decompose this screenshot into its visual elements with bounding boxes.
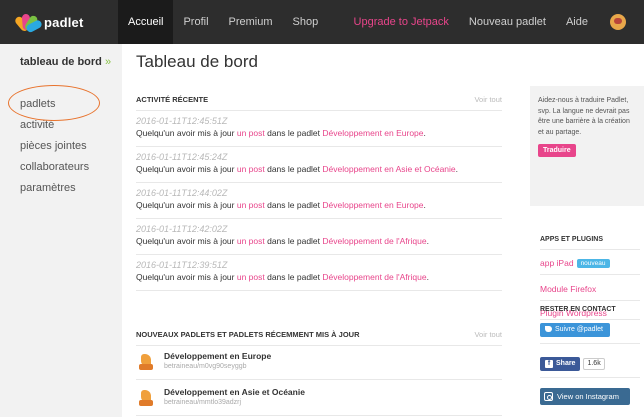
instagram-button[interactable]: View on Instagram (540, 388, 630, 405)
activity-item: 2016-01-11T12:42:02Z Quelqu'un avoir mis… (136, 220, 502, 255)
sidebar-title-text: tableau de bord (20, 56, 102, 68)
page-title: Tableau de bord (136, 52, 258, 71)
double-chevron-icon: » (104, 56, 112, 68)
activity-timestamp: 2016-01-11T12:44:02Z (136, 188, 228, 198)
post-link[interactable]: un post (237, 164, 265, 174)
contact-heading: RESTER EN CONTACT (540, 306, 616, 313)
padlet-logo[interactable]: padlet (0, 0, 122, 44)
activity-message: Quelqu'un avoir mis à jour un post dans … (136, 128, 426, 138)
padlet-link[interactable]: Développement de l'Afrique (322, 272, 426, 282)
divider (540, 377, 640, 378)
activity-item: 2016-01-11T12:39:51Z Quelqu'un avoir mis… (136, 256, 502, 291)
sidebar-item-settings[interactable]: paramètres (20, 178, 89, 199)
highlight-circle-annotation (8, 85, 100, 121)
padlet-name[interactable]: Développement en Asie et Océanie (164, 387, 305, 397)
padlet-logo-icon (13, 11, 44, 34)
nav-premium[interactable]: Premium (219, 0, 283, 44)
activity-see-all-link[interactable]: Voir tout (474, 95, 502, 104)
padlets-section-header: NOUVEAUX PADLETS ET PADLETS RÉCEMMENT MI… (136, 330, 502, 346)
share-count: 1.6k (583, 358, 605, 370)
activity-message: Quelqu'un avoir mis à jour un post dans … (136, 272, 429, 282)
nav-upgrade[interactable]: Upgrade to Jetpack (344, 0, 459, 44)
padlet-list-item[interactable]: Développement en Asie et Océanie betrain… (136, 382, 502, 416)
facebook-share-widget: f Share 1.6k (540, 357, 605, 371)
padlet-name[interactable]: Développement en Europe (164, 351, 271, 361)
activity-message: Quelqu'un avoir mis à jour un post dans … (136, 236, 429, 246)
padlet-thumbnail-icon (138, 352, 154, 372)
padlet-url: betraineau/m0vg90seyggb (164, 363, 247, 370)
facebook-share-button[interactable]: f Share (540, 357, 581, 371)
main-content: Tableau de bord ACTIVITÉ RÉCENTE Voir to… (122, 44, 514, 417)
instagram-icon (544, 392, 553, 401)
activity-item: 2016-01-11T12:45:51Z Quelqu'un avoir mis… (136, 112, 502, 147)
sidebar-item-collaborators[interactable]: collaborateurs (20, 157, 89, 178)
activity-timestamp: 2016-01-11T12:42:02Z (136, 224, 228, 234)
post-link[interactable]: un post (237, 236, 265, 246)
padlet-url: betraineau/mmtlo39adzrj (164, 399, 242, 406)
post-link[interactable]: un post (237, 272, 265, 282)
post-link[interactable]: un post (237, 128, 265, 138)
activity-timestamp: 2016-01-11T12:39:51Z (136, 260, 228, 270)
nav-home[interactable]: Accueil (118, 0, 174, 44)
padlet-link[interactable]: Développement en Europe (322, 200, 423, 210)
nav-shop[interactable]: Shop (283, 0, 329, 44)
activity-item: 2016-01-11T12:45:24Z Quelqu'un avoir mis… (136, 148, 502, 183)
post-link[interactable]: un post (237, 200, 265, 210)
padlets-heading: NOUVEAUX PADLETS ET PADLETS RÉCEMMENT MI… (136, 330, 360, 339)
padlet-thumbnail-icon (138, 388, 154, 408)
padlet-link[interactable]: Développement en Asie et Océanie (322, 164, 455, 174)
facebook-icon: f (545, 360, 553, 368)
activity-timestamp: 2016-01-11T12:45:24Z (136, 152, 228, 162)
padlet-list-item[interactable]: Développement en Europe betraineau/m0vg9… (136, 346, 502, 380)
sidebar-item-attachments[interactable]: pièces jointes (20, 136, 89, 157)
padlets-see-all-link[interactable]: Voir tout (474, 330, 502, 339)
activity-message: Quelqu'un avoir mis à jour un post dans … (136, 200, 426, 210)
twitter-follow-button[interactable]: Suivre @padlet (540, 323, 610, 337)
activity-section-header: ACTIVITÉ RÉCENTE Voir tout (136, 95, 502, 111)
activity-heading: ACTIVITÉ RÉCENTE (136, 95, 209, 104)
padlet-link[interactable]: Développement en Europe (322, 128, 423, 138)
activity-message: Quelqu'un avoir mis à jour un post dans … (136, 164, 459, 174)
padlet-link[interactable]: Développement de l'Afrique (322, 236, 426, 246)
activity-item: 2016-01-11T12:44:02Z Quelqu'un avoir mis… (136, 184, 502, 219)
divider (540, 343, 640, 344)
nav-profile[interactable]: Profil (173, 0, 218, 44)
sidebar-title: tableau de bord » (20, 56, 111, 68)
brand-name: padlet (44, 14, 84, 30)
twitter-bird-icon (545, 325, 552, 332)
divider (540, 319, 640, 320)
activity-timestamp: 2016-01-11T12:45:51Z (136, 116, 228, 126)
